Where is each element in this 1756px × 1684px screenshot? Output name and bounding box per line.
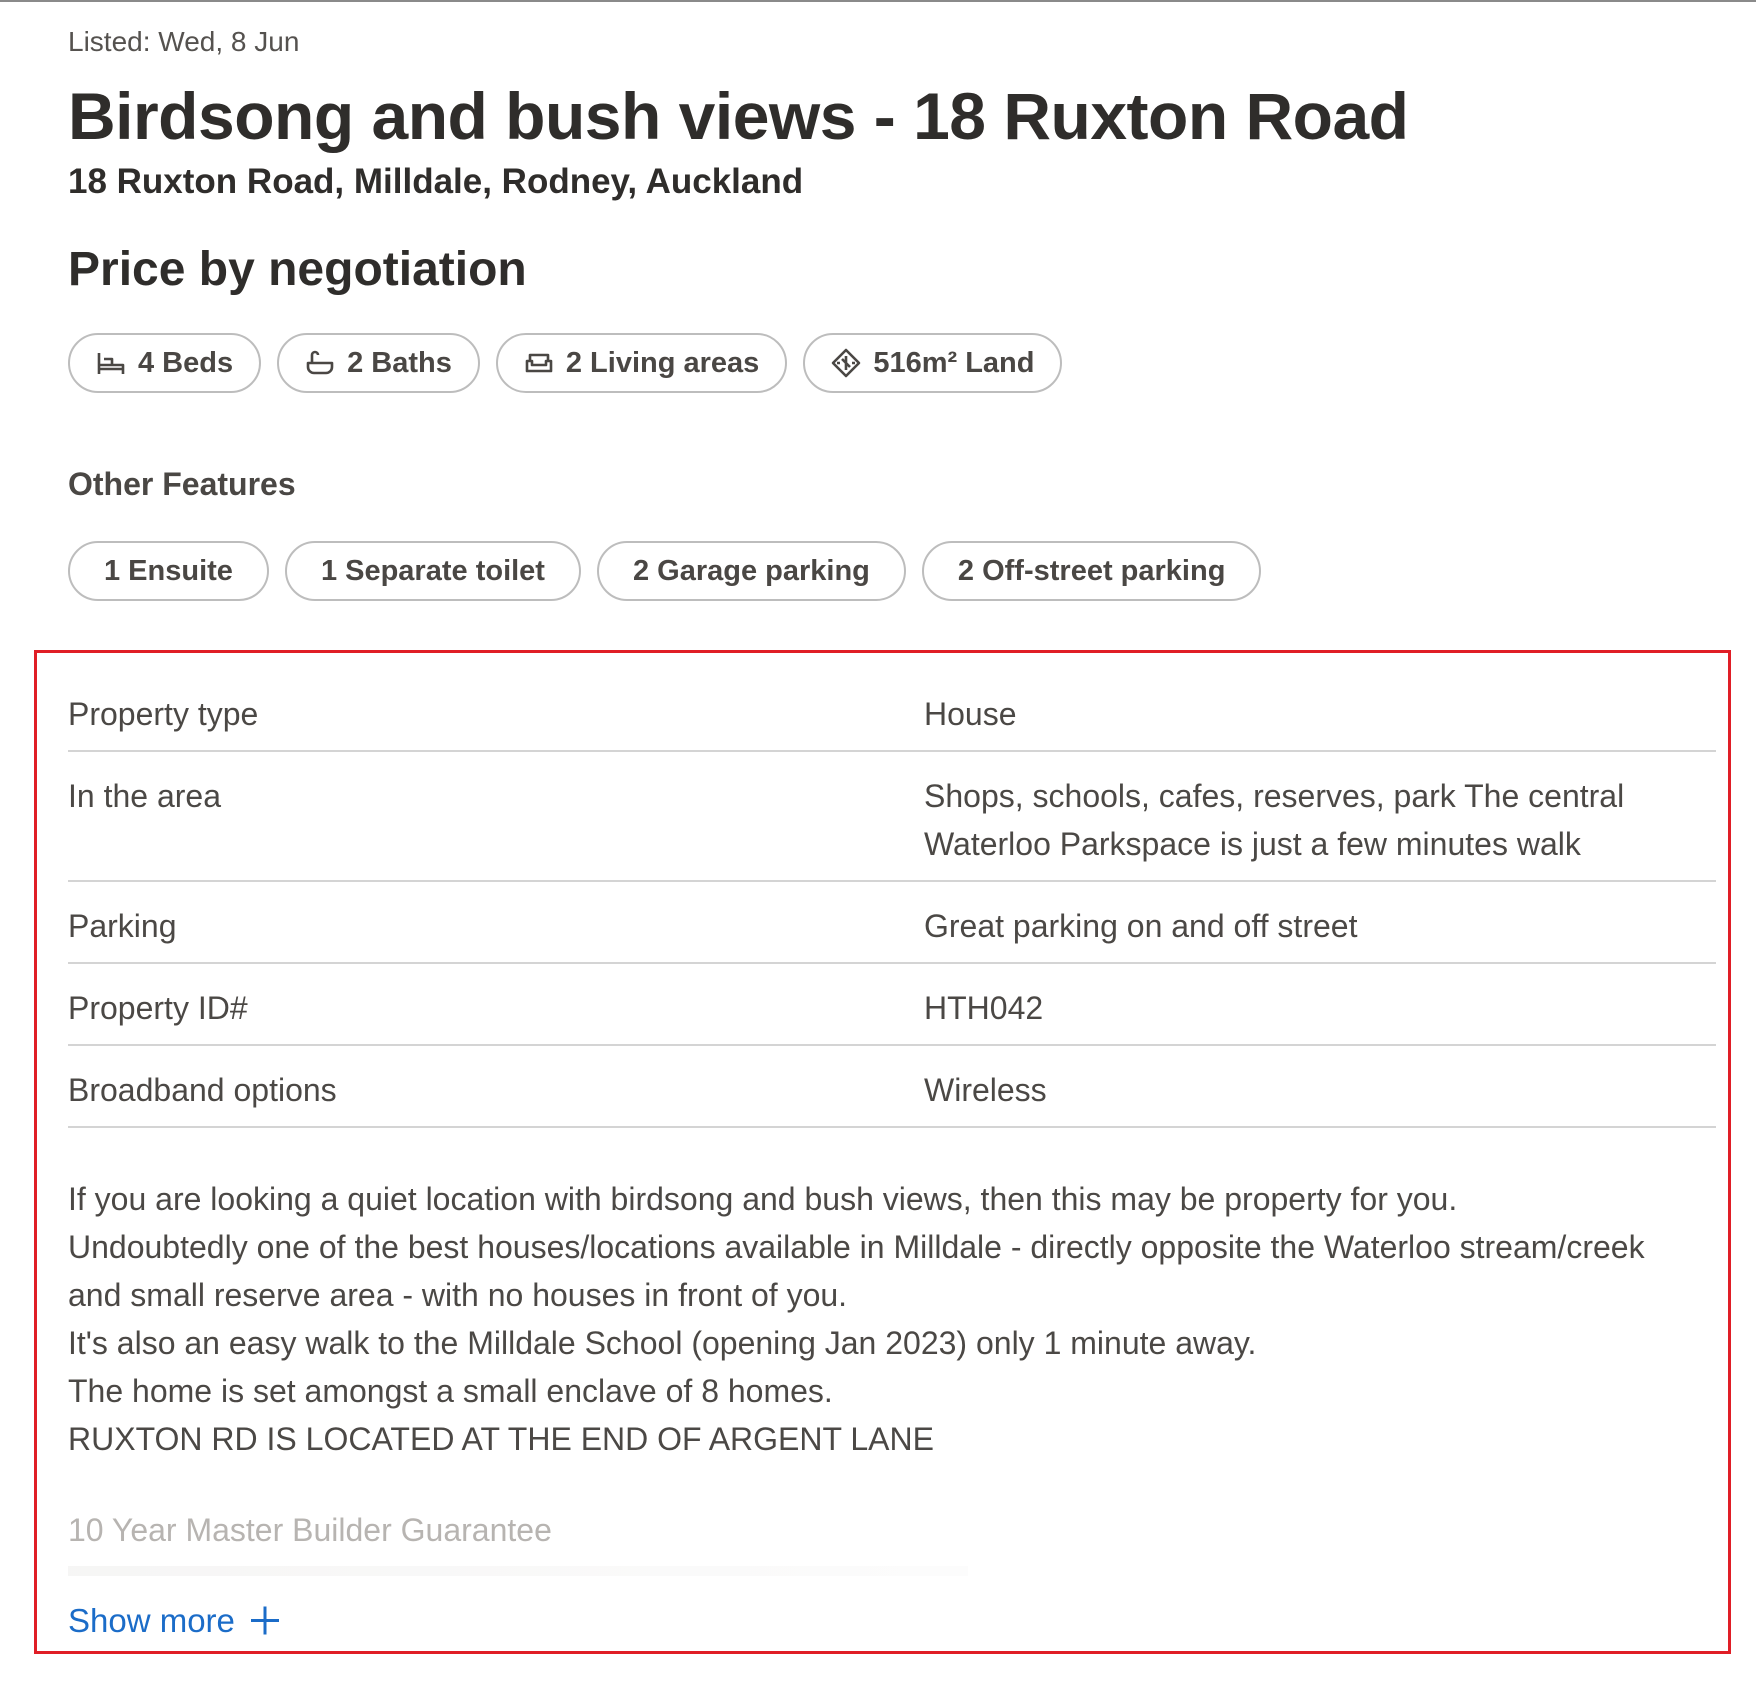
sofa-icon bbox=[524, 348, 554, 378]
listing-description: If you are looking a quiet location with… bbox=[68, 1175, 1718, 1463]
other-feature-chip: 2 Garage parking bbox=[596, 541, 906, 601]
detail-value: Shops, schools, cafes, reserves, park Th… bbox=[924, 772, 1716, 880]
description-line: If you are looking a quiet location with… bbox=[68, 1181, 1458, 1217]
bath-icon bbox=[305, 348, 335, 378]
detail-label: In the area bbox=[68, 778, 221, 814]
description-line: RUXTON RD IS LOCATED AT THE END OF ARGEN… bbox=[68, 1421, 934, 1457]
plus-icon bbox=[250, 1607, 279, 1635]
other-features-heading: Other Features bbox=[68, 466, 296, 502]
show-more-label: Show more bbox=[68, 1602, 235, 1639]
detail-value: HTH042 bbox=[924, 990, 1044, 1026]
feature-label: 2 Living areas bbox=[565, 346, 760, 379]
feature-chip-beds: 4 Beds bbox=[68, 333, 262, 393]
other-features: 1 Ensuite 1 Separate toilet 2 Garage par… bbox=[68, 541, 1262, 601]
other-feature-chip: 1 Separate toilet bbox=[284, 541, 581, 601]
top-divider bbox=[0, 0, 1756, 2]
detail-label: Parking bbox=[68, 908, 177, 944]
description-faded-line: 10 Year Master Builder Guarantee bbox=[68, 1512, 552, 1548]
table-row: Property ID# HTH042 bbox=[68, 964, 1716, 1046]
listing-title: Birdsong and bush views - 18 Ruxton Road bbox=[68, 79, 1409, 153]
feature-chip-living-areas: 2 Living areas bbox=[495, 333, 788, 393]
feature-chip-baths: 2 Baths bbox=[277, 333, 480, 393]
listing-price: Price by negotiation bbox=[68, 243, 527, 296]
other-feature-chip: 1 Ensuite bbox=[68, 541, 269, 601]
detail-value: House bbox=[924, 696, 1017, 732]
show-more-button[interactable]: Show more bbox=[68, 1602, 279, 1640]
description-line: It's also an easy walk to the Milldale S… bbox=[68, 1325, 1257, 1361]
key-features: 4 Beds 2 Baths 2 Living areas 516m² Land bbox=[68, 333, 1063, 393]
table-row: Parking Great parking on and off street bbox=[68, 882, 1716, 964]
feature-label: 4 Beds bbox=[138, 346, 234, 379]
detail-label: Property type bbox=[68, 696, 259, 732]
listed-date: Listed: Wed, 8 Jun bbox=[68, 26, 300, 57]
description-line: Undoubtedly one of the best houses/locat… bbox=[68, 1229, 1645, 1265]
detail-value: Great parking on and off street bbox=[924, 908, 1358, 944]
description-fade-overlay bbox=[68, 1566, 968, 1576]
detail-label: Property ID# bbox=[68, 990, 248, 1026]
detail-value-line: Waterloo Parkspace is just a few minutes… bbox=[924, 826, 1581, 862]
feature-label: 516m² Land bbox=[873, 346, 1035, 379]
land-area-icon bbox=[831, 348, 861, 378]
other-feature-chip: 2 Off-street parking bbox=[921, 541, 1262, 601]
feature-label: 2 Baths bbox=[347, 346, 452, 379]
detail-label: Broadband options bbox=[68, 1072, 337, 1108]
detail-value-line: Shops, schools, cafes, reserves, park Th… bbox=[924, 778, 1625, 814]
table-row: In the area Shops, schools, cafes, reser… bbox=[68, 752, 1716, 882]
description-line: The home is set amongst a small enclave … bbox=[68, 1373, 833, 1409]
detail-value: Wireless bbox=[924, 1072, 1047, 1108]
listing-address: 18 Ruxton Road, Milldale, Rodney, Auckla… bbox=[68, 162, 804, 201]
feature-chip-land: 516m² Land bbox=[803, 333, 1063, 393]
description-line: and small reserve area - with no houses … bbox=[68, 1277, 848, 1313]
bed-icon bbox=[96, 348, 126, 378]
table-row: Property type House bbox=[68, 670, 1716, 752]
table-row: Broadband options Wireless bbox=[68, 1046, 1716, 1128]
property-details-table: Property type House In the area Shops, s… bbox=[68, 670, 1716, 1128]
